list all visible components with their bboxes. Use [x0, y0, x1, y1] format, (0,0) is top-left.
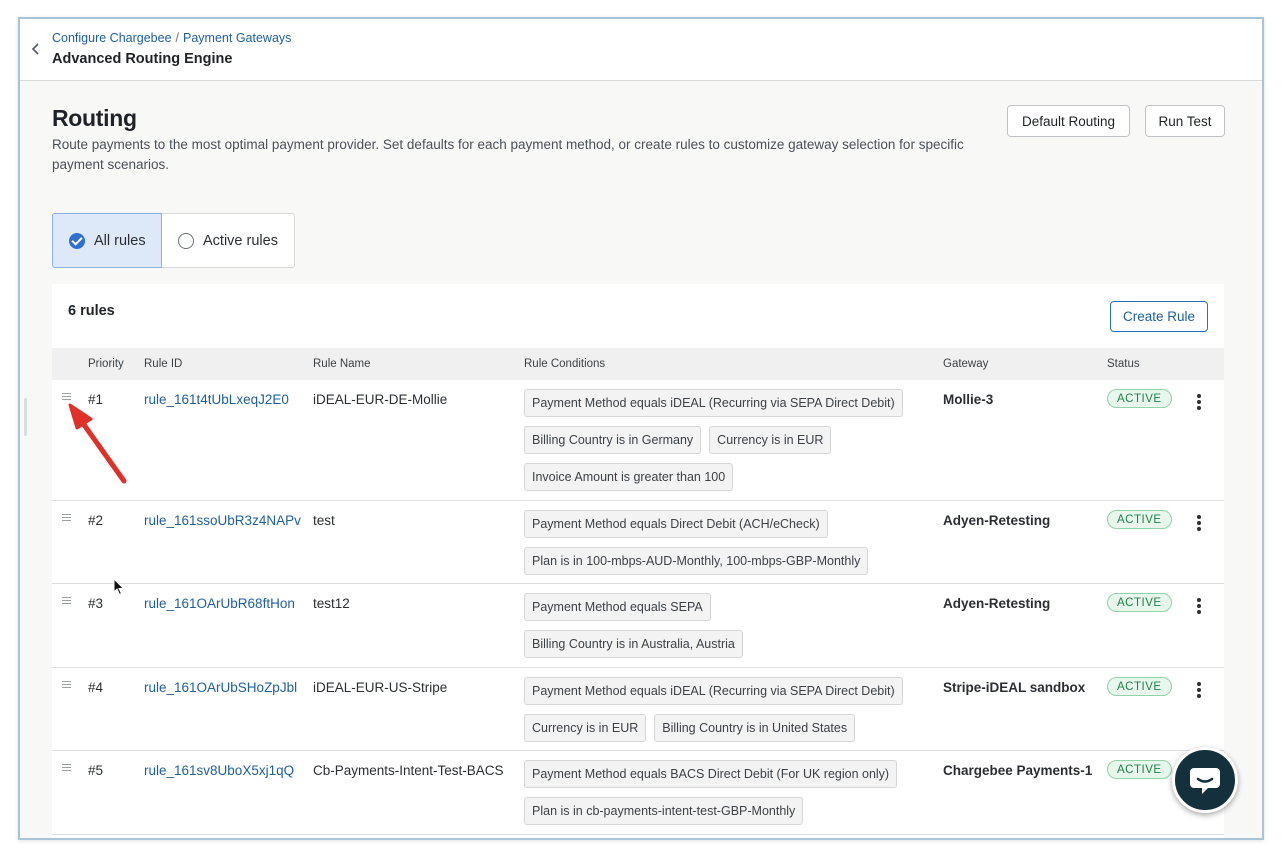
- table-row: #4 rule_161OArUbSHoZpJbl iDEAL-EUR-US-St…: [52, 668, 1224, 751]
- row-rule-id-link[interactable]: rule_161sv8UboX5xj1qQ: [144, 763, 294, 778]
- row-rule-name: test: [313, 513, 335, 528]
- row-rule-name: iDEAL-EUR-US-Stripe: [313, 680, 448, 695]
- row-priority: #3: [88, 596, 104, 611]
- condition-chip: Payment Method equals Direct Debit (ACH/…: [524, 510, 828, 538]
- row-gateway: Adyen-Retesting: [943, 596, 1051, 611]
- row-priority: #4: [88, 680, 104, 695]
- condition-chip: Payment Method equals iDEAL (Recurring v…: [524, 677, 903, 705]
- condition-chip: Plan is in 100-mbps-AUD-Monthly, 100-mbp…: [524, 547, 869, 575]
- drag-handle-icon[interactable]: [62, 764, 71, 773]
- table-row: #1 rule_161t4tUbLxeqJ2E0 iDEAL-EUR-DE-Mo…: [52, 380, 1224, 501]
- app-window: Configure Chargebee / Payment Gateways Adv…: [18, 17, 1264, 840]
- row-conditions: Payment Method equals SEPA Billing Count…: [524, 593, 924, 658]
- breadcrumb-separator: /: [175, 31, 180, 45]
- status-badge: ACTIVE: [1107, 677, 1172, 696]
- column-rule-conditions[interactable]: Rule Conditions: [524, 358, 605, 370]
- status-badge: ACTIVE: [1107, 389, 1172, 408]
- window-resize-handle[interactable]: [24, 398, 27, 436]
- all-rules-option[interactable]: All rules: [52, 213, 162, 268]
- row-gateway: Chargebee Payments-1: [943, 763, 1093, 778]
- breadcrumb-current-link[interactable]: Payment Gateways: [183, 31, 291, 45]
- table-header: Priority Rule ID Rule Name Rule Conditio…: [52, 348, 1224, 380]
- row-rule-id-link[interactable]: rule_161OArUbR68ftHon: [144, 596, 295, 611]
- table-row: #5 rule_161sv8UboX5xj1qQ Cb-Payments-Int…: [52, 751, 1224, 835]
- all-rules-label: All rules: [94, 232, 146, 249]
- table-row: #3 rule_161OArUbR68ftHon test12 Payment …: [52, 584, 1224, 668]
- condition-chip: Currency is in EUR: [524, 714, 647, 742]
- row-gateway: Mollie-3: [943, 392, 994, 407]
- row-priority: #5: [88, 763, 104, 778]
- kebab-menu-icon[interactable]: [1196, 598, 1202, 616]
- page-description: Route payments to the most optimal payme…: [52, 137, 964, 172]
- kebab-menu-icon[interactable]: [1196, 394, 1202, 412]
- row-conditions: Payment Method equals BACS Direct Debit …: [524, 760, 924, 825]
- rules-filter: All rules Active rules: [52, 213, 295, 268]
- rules-card: 6 rules Create Rule Priority Rule ID Rul…: [52, 284, 1224, 838]
- column-gateway[interactable]: Gateway: [943, 358, 988, 370]
- condition-chip: Plan is in cb-payments-intent-test-GBP-M…: [524, 797, 804, 825]
- drag-handle-icon[interactable]: [62, 514, 71, 523]
- row-priority: #2: [88, 513, 104, 528]
- chevron-left-icon: [31, 43, 39, 55]
- row-conditions: Payment Method equals iDEAL (Recurring v…: [524, 677, 924, 742]
- condition-chip: Payment Method equals SEPA: [524, 593, 711, 621]
- row-rule-id-link[interactable]: rule_161ssoUbR3z4NAPv: [144, 513, 301, 528]
- create-rule-button[interactable]: Create Rule: [1110, 301, 1208, 332]
- condition-chip: Payment Method equals BACS Direct Debit …: [524, 760, 898, 788]
- column-rule-id[interactable]: Rule ID: [144, 358, 182, 370]
- status-badge: ACTIVE: [1107, 760, 1172, 779]
- default-routing-button[interactable]: Default Routing: [1007, 105, 1130, 137]
- drag-handle-icon[interactable]: [62, 393, 71, 402]
- table-row: #2 rule_161ssoUbR3z4NAPv test Payment Me…: [52, 501, 1224, 584]
- column-priority[interactable]: Priority: [88, 358, 124, 370]
- column-rule-name[interactable]: Rule Name: [313, 358, 371, 370]
- back-button[interactable]: [28, 39, 44, 59]
- condition-chip: Currency is in EUR: [709, 426, 832, 454]
- condition-chip: Payment Method equals iDEAL (Recurring v…: [524, 389, 903, 417]
- chat-bubble-icon: [1190, 768, 1220, 794]
- drag-handle-icon[interactable]: [62, 681, 71, 690]
- active-rules-option[interactable]: Active rules: [162, 213, 295, 268]
- breadcrumb-parent-link[interactable]: Configure Chargebee: [52, 31, 172, 45]
- row-conditions: Payment Method equals iDEAL (Recurring v…: [524, 389, 924, 491]
- row-gateway: Adyen-Retesting: [943, 513, 1051, 528]
- row-gateway: Stripe-iDEAL sandbox: [943, 680, 1086, 695]
- app-title: Advanced Routing Engine: [52, 51, 233, 67]
- row-priority: #1: [88, 392, 104, 407]
- row-conditions: Payment Method equals Direct Debit (ACH/…: [524, 510, 924, 575]
- row-rule-name: iDEAL-EUR-DE-Mollie: [313, 392, 448, 407]
- row-rule-id-link[interactable]: rule_161OArUbSHoZpJbl: [144, 680, 297, 695]
- rules-count: 6 rules: [68, 303, 115, 319]
- row-rule-name: Cb-Payments-Intent-Test-BACS: [313, 763, 504, 778]
- radio-circle-icon: [178, 232, 194, 249]
- condition-chip: Invoice Amount is greater than 100: [524, 463, 734, 491]
- run-test-button[interactable]: Run Test: [1145, 105, 1225, 137]
- drag-handle-icon[interactable]: [62, 597, 71, 606]
- condition-chip: Billing Country is in Germany: [524, 426, 702, 454]
- status-badge: ACTIVE: [1107, 593, 1172, 612]
- condition-chip: Billing Country is in United States: [654, 714, 856, 742]
- breadcrumb: Configure Chargebee / Payment Gateways: [52, 31, 291, 45]
- condition-chip: Billing Country is in Australia, Austria: [524, 630, 743, 658]
- row-rule-id-link[interactable]: rule_161t4tUbLxeqJ2E0: [144, 392, 289, 407]
- kebab-menu-icon[interactable]: [1196, 682, 1202, 700]
- mouse-cursor-icon: [113, 578, 125, 596]
- active-rules-label: Active rules: [203, 232, 278, 249]
- kebab-menu-icon[interactable]: [1196, 515, 1202, 533]
- top-bar: Configure Chargebee / Payment Gateways Adv…: [20, 19, 1262, 81]
- column-status[interactable]: Status: [1107, 358, 1140, 370]
- status-badge: ACTIVE: [1107, 510, 1172, 529]
- row-rule-name: test12: [313, 596, 350, 611]
- checked-circle-icon: [69, 232, 85, 249]
- chat-button[interactable]: [1172, 747, 1238, 813]
- page-title: Routing: [52, 105, 137, 131]
